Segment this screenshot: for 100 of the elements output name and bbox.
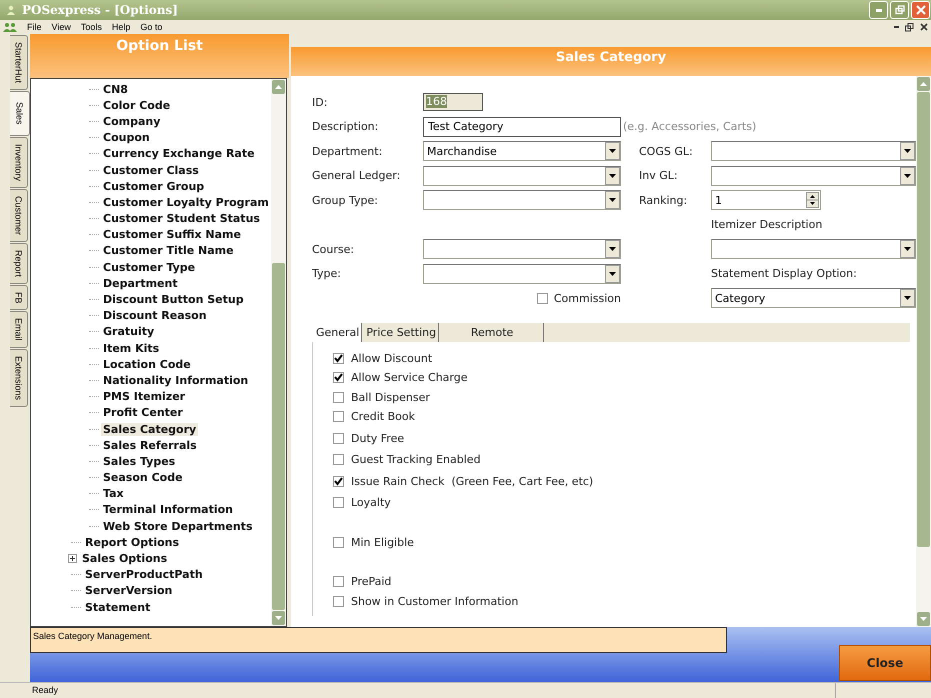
department-dropdown[interactable]: Marchandise — [423, 141, 621, 162]
checkbox[interactable] — [333, 432, 344, 444]
ranking-spinner[interactable]: 1 — [711, 190, 821, 210]
tree-item[interactable]: Location Code — [101, 358, 193, 371]
checkbox[interactable] — [333, 411, 344, 422]
tree-item[interactable]: Statement — [83, 600, 152, 614]
close-icon — [916, 5, 926, 15]
tree-item[interactable]: Customer Loyalty Program — [101, 196, 271, 209]
tree-item[interactable]: Coupon — [101, 131, 152, 144]
tree-item[interactable]: Customer Suffix Name — [101, 228, 243, 242]
close-button[interactable]: Close — [839, 644, 931, 680]
panel-header: Sales Category — [291, 47, 931, 76]
tree-item[interactable]: ServerProductPath — [83, 568, 205, 582]
field-label: Type: — [312, 267, 342, 280]
tree-item[interactable]: Customer Group — [101, 180, 206, 193]
tree-item[interactable]: Sales Options — [80, 552, 170, 566]
menu-item[interactable]: View — [52, 22, 71, 32]
close-icon[interactable] — [920, 23, 928, 31]
dropdown[interactable] — [423, 166, 621, 186]
dropdown[interactable] — [423, 264, 621, 284]
tree-item[interactable]: Tax — [101, 487, 126, 500]
tree-item[interactable]: ServerVersion — [83, 584, 174, 598]
checkbox[interactable] — [333, 536, 344, 548]
dropdown[interactable] — [423, 239, 621, 260]
checkbox-label: Show in Customer Information — [351, 594, 518, 608]
dropdown[interactable] — [711, 239, 916, 260]
tree-item[interactable]: CN8 — [101, 82, 130, 96]
tree-item[interactable]: Report Options — [83, 536, 182, 549]
option-list-header: Option List — [30, 34, 289, 78]
side-tab[interactable]: FB — [10, 284, 28, 310]
checkbox-label: Guest Tracking Enabled — [351, 453, 481, 466]
side-tab[interactable]: Sales — [10, 91, 30, 136]
tree-item[interactable]: Customer Class — [101, 164, 201, 177]
tree-item[interactable]: Season Code — [101, 471, 185, 484]
scrollbar-thumb[interactable] — [917, 92, 930, 547]
tree-item[interactable]: Customer Title Name — [101, 244, 236, 258]
tree-item[interactable]: Department — [101, 276, 180, 290]
dropdown[interactable] — [711, 141, 916, 162]
tree-item[interactable]: Sales Category — [101, 422, 198, 436]
minimize-button[interactable] — [869, 1, 888, 19]
checkbox-label: Min Eligible — [351, 536, 414, 549]
checkbox[interactable] — [536, 292, 548, 304]
checkbox-label: Loyalty — [351, 496, 391, 510]
checkbox[interactable] — [333, 352, 344, 364]
field-label: Ranking: — [639, 194, 688, 207]
checkbox[interactable] — [333, 476, 344, 487]
menu-item[interactable]: Help — [112, 22, 130, 32]
side-tab[interactable]: Email — [10, 311, 28, 348]
checkbox-label: Commission — [554, 292, 621, 305]
checkbox[interactable] — [333, 596, 344, 607]
tree-item[interactable]: Customer Student Status — [101, 212, 262, 226]
status-text: Ready — [31, 684, 60, 697]
tree-item[interactable]: Currency Exchange Rate — [101, 147, 257, 160]
checkbox[interactable] — [333, 576, 344, 588]
tree-item[interactable]: Sales Referrals — [101, 438, 199, 452]
tree-item[interactable]: Gratuity — [101, 325, 156, 338]
menu-item[interactable]: File — [27, 22, 42, 32]
tree-item[interactable]: Discount Button Setup — [101, 293, 246, 306]
tree-item[interactable]: Discount Reason — [101, 309, 209, 322]
checkbox[interactable] — [333, 392, 344, 403]
checkbox-label: Duty Free — [351, 432, 404, 445]
checkbox[interactable] — [333, 372, 344, 384]
side-tab[interactable]: Report — [10, 242, 28, 284]
checkbox-label: Allow Service Charge — [351, 371, 468, 384]
side-tab[interactable]: Inventory — [10, 136, 28, 188]
field-label: Statement Display Option: — [711, 267, 858, 280]
menu-item[interactable]: Go to — [140, 22, 162, 32]
close-button[interactable] — [911, 1, 930, 19]
side-tab[interactable]: Extensions — [10, 348, 28, 407]
tree-item[interactable]: Web Store Departments — [101, 520, 254, 533]
expand-icon[interactable] — [68, 554, 77, 564]
tree-item[interactable]: Item Kits — [101, 342, 162, 355]
field-label: ID: — [312, 96, 328, 109]
tree-item[interactable]: Color Code — [101, 98, 172, 112]
tree-item[interactable]: Sales Types — [101, 454, 178, 468]
field-label: Inv GL: — [639, 169, 679, 182]
scroll-up-icon[interactable] — [272, 80, 285, 94]
scroll-down-icon[interactable] — [917, 612, 930, 626]
scroll-up-icon[interactable] — [917, 77, 930, 91]
description-field[interactable]: Test Category — [423, 116, 621, 137]
checkbox[interactable] — [333, 454, 344, 466]
scroll-down-icon[interactable] — [272, 611, 285, 625]
description-bar: Sales Category Management. — [30, 627, 727, 653]
dropdown[interactable] — [423, 190, 621, 210]
field-label: Group Type: — [312, 194, 379, 207]
tree-item[interactable]: Terminal Information — [101, 503, 236, 516]
scrollbar-thumb[interactable] — [272, 263, 285, 610]
statement-display-dropdown[interactable]: Category — [711, 288, 916, 308]
tree-item[interactable]: Nationality Information — [101, 374, 250, 387]
tree-item[interactable]: PMS Itemizer — [101, 390, 188, 404]
tree-item[interactable]: Company — [101, 114, 162, 128]
tree-item[interactable]: Profit Center — [101, 406, 185, 420]
checkbox[interactable] — [333, 497, 344, 508]
menu-item[interactable]: Tools — [80, 22, 102, 32]
tree-item[interactable]: Customer Type — [101, 260, 198, 274]
tab[interactable]: General — [312, 322, 362, 342]
side-tab[interactable]: Customer — [10, 188, 28, 242]
dropdown[interactable] — [711, 166, 916, 186]
spinner-arrows-icon — [806, 192, 819, 208]
side-tab[interactable]: StarterHut — [10, 35, 28, 90]
